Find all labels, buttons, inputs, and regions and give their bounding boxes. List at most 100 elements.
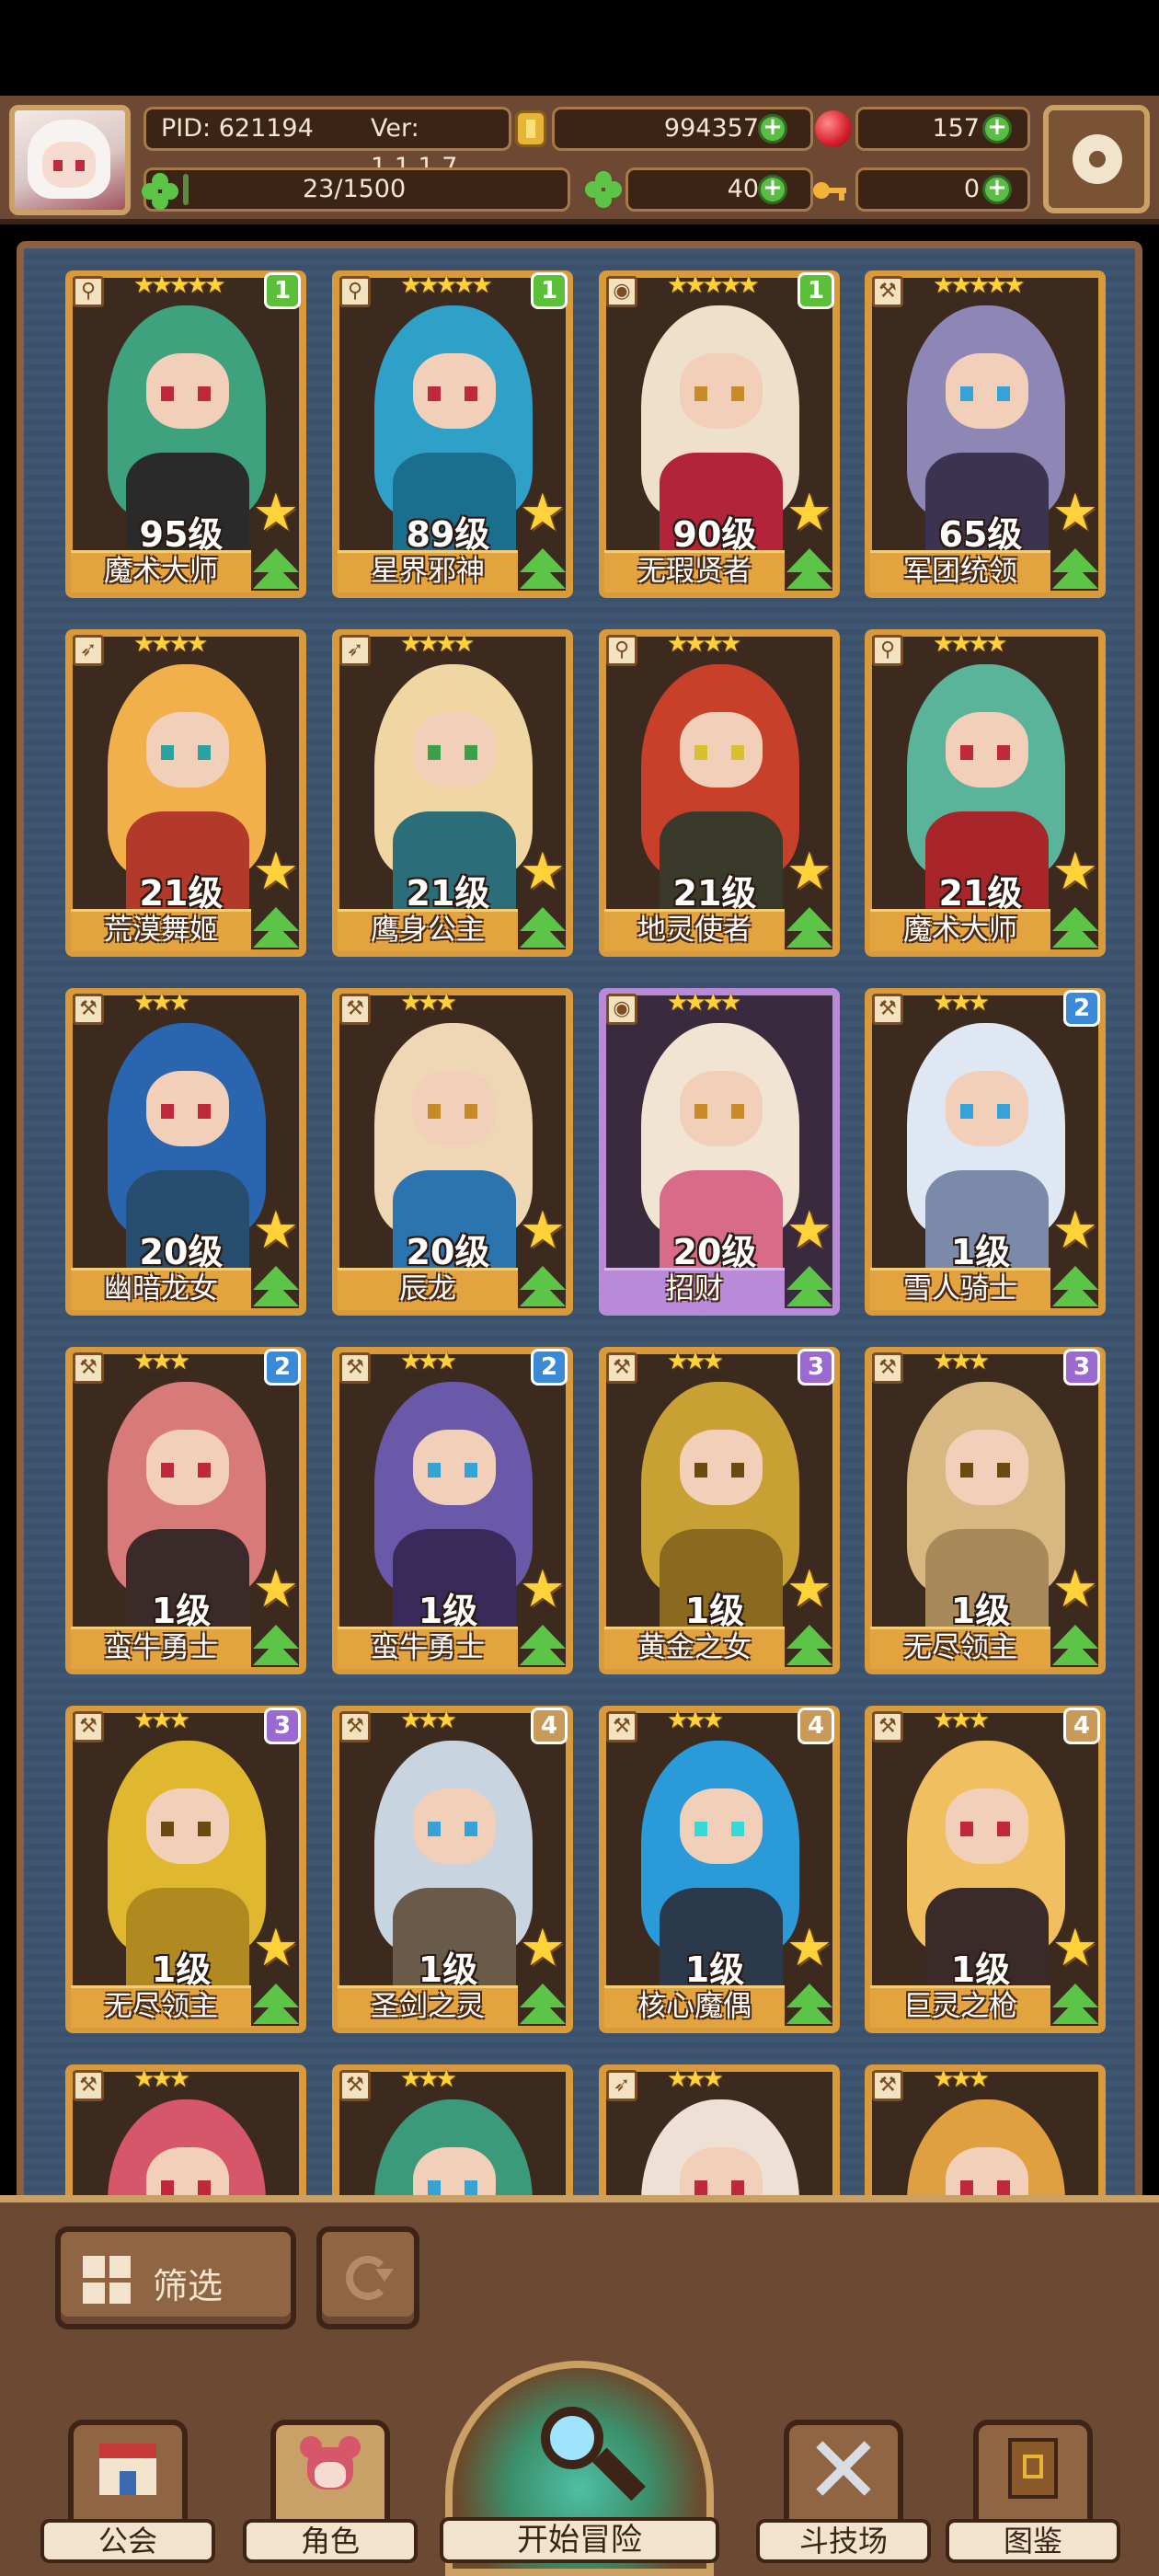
upgrade-arrow-icon <box>1052 1625 1098 1671</box>
character-card[interactable]: ⚒ ★★★ 3 1级 ★ 无尽领主 <box>865 1347 1106 1674</box>
book-icon <box>999 2434 1067 2502</box>
tier-badge: 3 <box>1063 1349 1100 1386</box>
character-level: 1级 <box>684 1591 745 1631</box>
rarity-stars: ★★★★ <box>133 630 208 658</box>
nav-codex[interactable]: 图鉴 <box>946 2410 1120 2567</box>
character-card[interactable]: ⚲ ★★★★★ 1 89级 ★ 星界邪神 <box>332 270 573 598</box>
character-card[interactable]: ◉ ★★★★★ 1 90级 ★ 无瑕贤者 <box>599 270 840 598</box>
character-name: 军团统领 <box>903 555 1017 588</box>
weapon-type-icon: ⚲ <box>872 635 903 666</box>
weapon-type-icon: ⚲ <box>606 635 637 666</box>
character-card[interactable]: ⚒ ★★★ 20级 ★ 幽暗龙女 <box>65 988 306 1316</box>
weapon-type-icon: ⚒ <box>73 1711 104 1742</box>
upgrade-arrow-icon <box>253 548 299 594</box>
tier-badge: 3 <box>264 1708 301 1744</box>
add-keys-button[interactable]: + <box>982 175 1012 204</box>
filter-button[interactable]: 筛选 <box>55 2226 296 2329</box>
character-card[interactable]: ➶ ★★★ <box>599 2064 840 2202</box>
tier-badge: 4 <box>798 1708 834 1744</box>
star-upgrade-icon: ★ <box>786 842 832 902</box>
character-portrait <box>75 2074 297 2202</box>
rarity-stars: ★★★★★ <box>133 271 226 299</box>
nav-character[interactable]: 角色 <box>243 2410 418 2567</box>
character-card[interactable]: ⚲ ★★★★ 21级 ★ 魔术大师 <box>865 629 1106 957</box>
add-coins-button[interactable]: + <box>758 114 787 144</box>
character-level: 90级 <box>672 514 757 555</box>
character-card[interactable]: ⚒ ★★★ 2 1级 ★ 蛮牛勇士 <box>65 1347 306 1674</box>
clovers-value: 40 <box>727 175 759 203</box>
nav-guild[interactable]: 公会 <box>40 2410 215 2567</box>
progress-text: 23/1500 <box>303 175 407 203</box>
add-clovers-button[interactable]: + <box>758 175 787 204</box>
weapon-type-icon: ⚒ <box>339 1711 371 1742</box>
character-card[interactable]: ⚒ ★★★ <box>65 2064 306 2202</box>
tier-badge: 1 <box>264 272 301 309</box>
character-card[interactable]: ⚒ ★★★ 20级 ★ 辰龙 <box>332 988 573 1316</box>
nav-arena[interactable]: 斗技场 <box>756 2410 931 2567</box>
character-name: 无尽领主 <box>104 1990 218 2023</box>
character-grid-frame[interactable]: ⚲ ★★★★★ 1 95级 ★ 魔术大师 ⚲ ★★★★★ 1 89级 ★ 星界邪神 ◉ ★★★★★ 1 90级… <box>17 241 1142 2210</box>
character-card[interactable]: ⚒ ★★★ <box>332 2064 573 2202</box>
rarity-stars: ★★★★★ <box>400 271 493 299</box>
refresh-button[interactable] <box>316 2226 419 2329</box>
player-avatar[interactable] <box>9 105 131 215</box>
upgrade-arrow-icon <box>786 548 832 594</box>
weapon-type-icon: ⚒ <box>872 994 903 1025</box>
filter-label: 筛选 <box>153 2266 224 2306</box>
add-gems-button[interactable]: + <box>982 114 1012 144</box>
refresh-icon <box>346 2256 394 2300</box>
top-resource-bar: PID: 621194 Ver: 1.1.1.7 23/1500 994357 … <box>0 96 1159 224</box>
star-upgrade-icon: ★ <box>786 483 832 543</box>
character-card[interactable]: ⚒ ★★★ 2 1级 ★ 雪人骑士 <box>865 988 1106 1316</box>
weapon-type-icon: ⚲ <box>73 276 104 307</box>
character-level: 21级 <box>938 873 1023 914</box>
character-card[interactable]: ⚒ ★★★ 2 1级 ★ 蛮牛勇士 <box>332 1347 573 1674</box>
rarity-stars: ★★★ <box>133 2065 190 2093</box>
character-card[interactable]: ⚒ ★★★ 4 1级 ★ 核心魔偶 <box>599 1706 840 2033</box>
character-card[interactable]: ⚒ ★★★ 4 1级 ★ 巨灵之枪 <box>865 1706 1106 2033</box>
character-level: 1级 <box>151 1949 212 1990</box>
upgrade-arrow-icon <box>786 1625 832 1671</box>
star-upgrade-icon: ★ <box>519 1918 566 1978</box>
character-card[interactable]: ⚒ ★★★ 3 1级 ★ 黄金之女 <box>599 1347 840 1674</box>
character-card[interactable]: ⚒ ★★★★★ 65级 ★ 军团统领 <box>865 270 1106 598</box>
character-card[interactable]: ⚒ ★★★ 4 1级 ★ 圣剑之灵 <box>332 1706 573 2033</box>
character-level: 20级 <box>139 1232 224 1272</box>
settings-button[interactable] <box>1043 105 1150 213</box>
character-level: 21级 <box>406 873 490 914</box>
upgrade-arrow-icon <box>520 548 566 594</box>
nav-character-label: 角色 <box>243 2519 418 2563</box>
player-info-panel: PID: 621194 Ver: 1.1.1.7 <box>143 107 511 181</box>
rarity-stars: ★★★ <box>400 1707 457 1734</box>
character-grid: ⚲ ★★★★★ 1 95级 ★ 魔术大师 ⚲ ★★★★★ 1 89级 ★ 星界邪神 ◉ ★★★★★ 1 90级… <box>24 248 1135 2202</box>
character-card[interactable]: ⚲ ★★★★★ 1 95级 ★ 魔术大师 <box>65 270 306 598</box>
tier-badge: 3 <box>798 1349 834 1386</box>
star-upgrade-icon: ★ <box>1051 483 1098 543</box>
weapon-type-icon: ⚒ <box>872 1352 903 1384</box>
character-card[interactable]: ◉ ★★★★ 20级 ★ 招财 <box>599 988 840 1316</box>
rarity-stars: ★★★ <box>933 1348 990 1375</box>
upgrade-arrow-icon <box>253 907 299 953</box>
star-upgrade-icon: ★ <box>252 1559 299 1619</box>
character-name: 无瑕贤者 <box>637 555 752 588</box>
star-upgrade-icon: ★ <box>252 842 299 902</box>
character-card[interactable]: ⚒ ★★★ <box>865 2064 1106 2202</box>
key-icon <box>813 173 846 206</box>
upgrade-arrow-icon <box>1052 1266 1098 1312</box>
character-name: 辰龙 <box>399 1272 456 1305</box>
progress-fill <box>183 174 189 205</box>
star-upgrade-icon: ★ <box>519 1201 566 1260</box>
character-card[interactable]: ➶ ★★★★ 21级 ★ 鹰身公主 <box>332 629 573 957</box>
character-card[interactable]: ➶ ★★★★ 21级 ★ 荒漠舞姬 <box>65 629 306 957</box>
character-card[interactable]: ⚒ ★★★ 3 1级 ★ 无尽领主 <box>65 1706 306 2033</box>
character-card[interactable]: ⚲ ★★★★ 21级 ★ 地灵使者 <box>599 629 840 957</box>
character-level: 1级 <box>950 1949 1011 1990</box>
star-upgrade-icon: ★ <box>519 842 566 902</box>
rarity-stars: ★★★★★ <box>933 271 1026 299</box>
nav-start-adventure[interactable]: 开始冒险 <box>440 2361 719 2576</box>
character-name: 巨灵之枪 <box>903 1990 1017 2023</box>
upgrade-arrow-icon <box>786 1266 832 1312</box>
character-level: 21级 <box>139 873 224 914</box>
weapon-type-icon: ◉ <box>606 994 637 1025</box>
tier-badge: 2 <box>264 1349 301 1386</box>
